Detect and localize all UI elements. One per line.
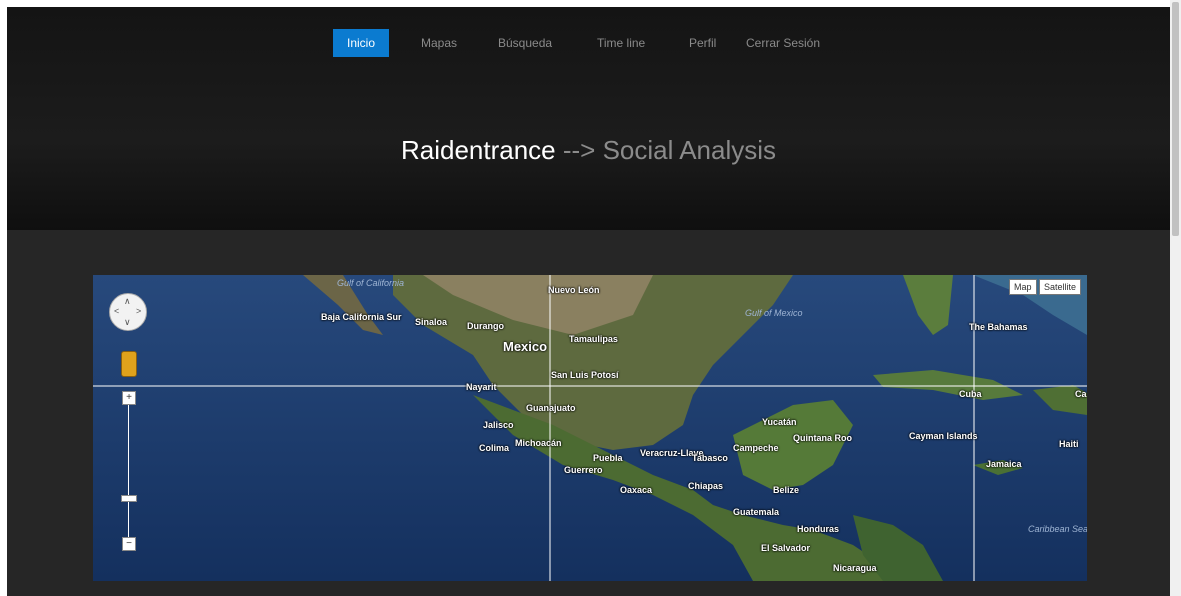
zoom-track[interactable] bbox=[128, 391, 129, 545]
map-label-michoacan: Michoacán bbox=[515, 438, 562, 448]
title-main: Raidentrance bbox=[400, 135, 556, 165]
map-label-honduras: Honduras bbox=[797, 524, 840, 534]
map-label-caribbean: Caribbean Sea bbox=[1028, 524, 1087, 534]
map-label-cayman: Cayman Islands bbox=[909, 431, 978, 441]
map-label-chiapas: Chiapas bbox=[688, 481, 724, 491]
map-label-tabasco: Tabasco bbox=[692, 453, 728, 463]
zoom-out-icon[interactable]: − bbox=[122, 537, 136, 551]
title-separator: --> bbox=[562, 135, 596, 165]
map-label-tamaulipas: Tamaulipas bbox=[569, 334, 618, 344]
map-label-nuevo-leon: Nuevo León bbox=[548, 285, 600, 295]
map-label-guatemala: Guatemala bbox=[733, 507, 780, 517]
map-label-san-luis-potosi: San Luis Potosí bbox=[551, 370, 619, 380]
map-label-quintana-roo: Quintana Roo bbox=[793, 433, 852, 443]
map-type-map-button[interactable]: Map bbox=[1009, 279, 1037, 295]
map-view[interactable]: Gulf of California Baja California Sur S… bbox=[93, 275, 1087, 581]
nav-cerrar-sesion[interactable]: Cerrar Sesión bbox=[746, 29, 820, 57]
map-type-satellite-button[interactable]: Satellite bbox=[1039, 279, 1082, 295]
nav-perfil[interactable]: Perfil bbox=[689, 29, 716, 57]
map-label-guanajuato: Guanajuato bbox=[526, 403, 576, 413]
map-label-ca: Ca bbox=[1075, 389, 1087, 399]
map-label-baja-california-sur: Baja California Sur bbox=[321, 312, 402, 322]
map-label-el-salvador: El Salvador bbox=[761, 543, 811, 553]
nav-mapas[interactable]: Mapas bbox=[421, 29, 457, 57]
map-label-durango: Durango bbox=[467, 321, 504, 331]
zoom-in-icon[interactable]: + bbox=[122, 391, 136, 405]
app-container: Inicio Mapas Búsqueda Time line Perfil C… bbox=[7, 7, 1170, 596]
map-label-yucatan: Yucatán bbox=[762, 417, 797, 427]
nav-inicio[interactable]: Inicio bbox=[333, 29, 390, 57]
map-label-gulf-mexico: Gulf of Mexico bbox=[745, 308, 803, 318]
map-satellite-image bbox=[93, 275, 1087, 581]
map-label-nayarit: Nayarit bbox=[466, 382, 497, 392]
map-label-oaxaca: Oaxaca bbox=[620, 485, 653, 495]
map-label-mexico: Mexico bbox=[503, 339, 548, 354]
map-label-guerrero: Guerrero bbox=[564, 465, 603, 475]
nav-timeline[interactable]: Time line bbox=[597, 29, 645, 57]
map-label-puebla: Puebla bbox=[593, 453, 623, 463]
nav-busqueda[interactable]: Búsqueda bbox=[498, 29, 552, 57]
header: Inicio Mapas Búsqueda Time line Perfil C… bbox=[7, 7, 1170, 230]
map-label-haiti: Haiti bbox=[1059, 439, 1079, 449]
main-nav: Inicio Mapas Búsqueda Time line Perfil C… bbox=[7, 29, 1170, 57]
pegman-icon[interactable] bbox=[121, 351, 137, 377]
zoom-slider-handle[interactable] bbox=[121, 495, 137, 502]
map-label-gulf-california: Gulf of California bbox=[337, 278, 405, 288]
map-label-jamaica: Jamaica bbox=[986, 459, 1022, 469]
title-subtitle: Social Analysis bbox=[602, 135, 777, 165]
map-label-jalisco: Jalisco bbox=[483, 420, 514, 430]
map-label-belize: Belize bbox=[773, 485, 800, 495]
map-label-campeche: Campeche bbox=[733, 443, 779, 453]
map-label-nicaragua: Nicaragua bbox=[833, 563, 877, 573]
page-scrollbar[interactable] bbox=[1170, 0, 1181, 596]
scrollbar-thumb[interactable] bbox=[1172, 2, 1179, 236]
pan-control-icon[interactable]: ∧ ∨ < > bbox=[109, 293, 147, 331]
map-label-bahamas: The Bahamas bbox=[969, 322, 1028, 332]
map-label-colima: Colima bbox=[479, 443, 510, 453]
page-title: Raidentrance --> Social Analysis bbox=[7, 135, 1170, 166]
map-label-cuba: Cuba bbox=[959, 389, 982, 399]
map-label-sinaloa: Sinaloa bbox=[415, 317, 448, 327]
